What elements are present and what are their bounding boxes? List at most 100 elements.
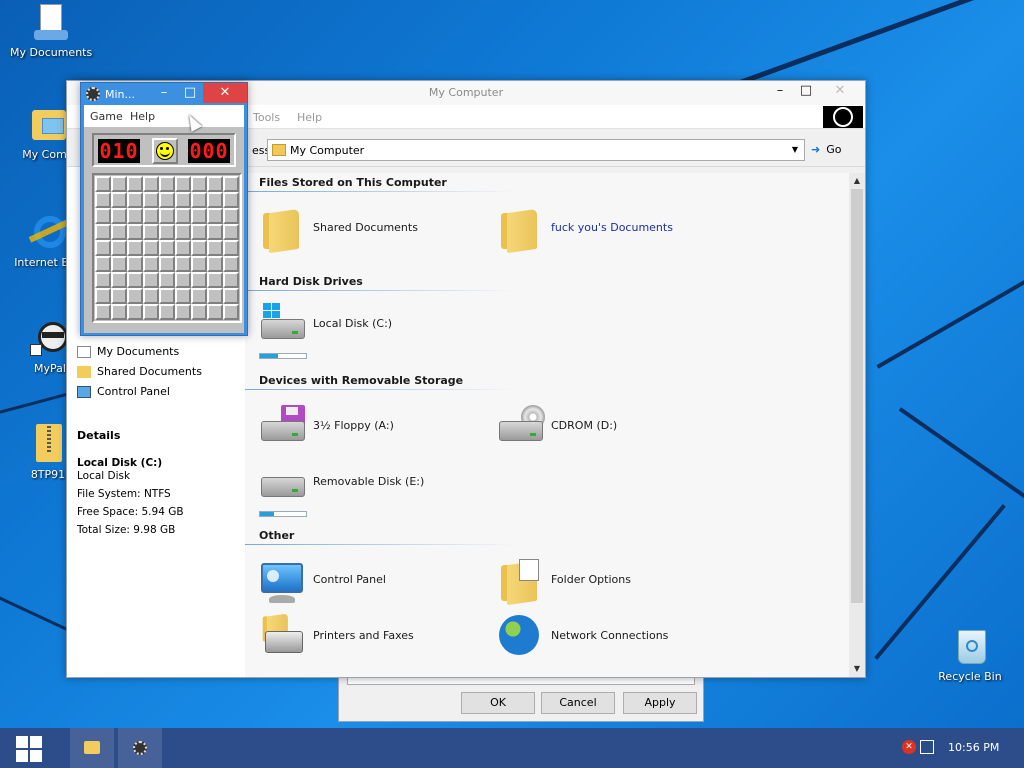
item-user-documents[interactable]: fuck you's Documents xyxy=(497,205,717,254)
mine-cell[interactable] xyxy=(223,240,239,256)
mine-cell[interactable] xyxy=(191,288,207,304)
item-removable-disk-e[interactable]: Removable Disk (E:) xyxy=(259,459,479,521)
item-shared-documents[interactable]: Shared Documents xyxy=(259,205,459,254)
mine-cell[interactable] xyxy=(143,208,159,224)
mine-cell[interactable] xyxy=(143,240,159,256)
mine-cell[interactable] xyxy=(143,288,159,304)
desktop-icon-my-documents[interactable]: My Documents xyxy=(10,2,92,59)
mine-cell[interactable] xyxy=(111,224,127,240)
address-field[interactable]: My Computer ▼ xyxy=(267,139,805,161)
start-button[interactable] xyxy=(0,728,60,768)
mine-cell[interactable] xyxy=(95,176,111,192)
mine-cell[interactable] xyxy=(159,176,175,192)
mine-cell[interactable] xyxy=(223,288,239,304)
mine-cell[interactable] xyxy=(223,176,239,192)
scroll-down-arrow-icon[interactable]: ▼ xyxy=(849,661,865,677)
item-folder-options[interactable]: Folder Options xyxy=(497,557,697,606)
mine-cell[interactable] xyxy=(127,192,143,208)
mine-cell[interactable] xyxy=(127,176,143,192)
mine-cell[interactable] xyxy=(191,256,207,272)
mine-cell[interactable] xyxy=(111,240,127,256)
mine-cell[interactable] xyxy=(175,240,191,256)
mine-cell[interactable] xyxy=(223,256,239,272)
scroll-up-arrow-icon[interactable]: ▲ xyxy=(849,173,865,189)
mine-cell[interactable] xyxy=(207,176,223,192)
mine-cell[interactable] xyxy=(95,256,111,272)
mine-cell[interactable] xyxy=(207,256,223,272)
mine-cell[interactable] xyxy=(223,224,239,240)
reset-smiley-button[interactable] xyxy=(152,138,178,164)
mine-cell[interactable] xyxy=(191,272,207,288)
close-button[interactable]: ✕ xyxy=(203,83,247,103)
mine-cell[interactable] xyxy=(207,192,223,208)
mine-cell[interactable] xyxy=(207,208,223,224)
mine-cell[interactable] xyxy=(223,192,239,208)
mine-cell[interactable] xyxy=(95,288,111,304)
mine-cell[interactable] xyxy=(159,224,175,240)
close-button[interactable]: ✕ xyxy=(825,81,855,101)
mine-cell[interactable] xyxy=(175,176,191,192)
cancel-button[interactable]: Cancel xyxy=(541,692,615,714)
mine-cell[interactable] xyxy=(207,240,223,256)
item-local-disk-c[interactable]: Local Disk (C:) xyxy=(259,301,459,363)
mine-cell[interactable] xyxy=(191,304,207,320)
mine-cell[interactable] xyxy=(223,208,239,224)
clock[interactable]: 10:56 PM xyxy=(948,741,999,754)
mine-cell[interactable] xyxy=(191,240,207,256)
mine-cell[interactable] xyxy=(111,288,127,304)
mine-cell[interactable] xyxy=(143,224,159,240)
mine-cell[interactable] xyxy=(191,208,207,224)
mine-cell[interactable] xyxy=(191,192,207,208)
network-status-icon[interactable] xyxy=(920,740,934,754)
mine-cell[interactable] xyxy=(143,176,159,192)
ok-button[interactable]: OK xyxy=(461,692,535,714)
mine-cell[interactable] xyxy=(95,192,111,208)
mine-cell[interactable] xyxy=(127,304,143,320)
mine-cell[interactable] xyxy=(95,272,111,288)
chevron-down-icon[interactable]: ▼ xyxy=(786,140,804,160)
mine-cell[interactable] xyxy=(159,288,175,304)
mine-cell[interactable] xyxy=(127,256,143,272)
mine-cell[interactable] xyxy=(159,272,175,288)
mine-cell[interactable] xyxy=(127,272,143,288)
mine-cell[interactable] xyxy=(191,224,207,240)
mine-cell[interactable] xyxy=(207,304,223,320)
mine-cell[interactable] xyxy=(175,208,191,224)
mine-cell[interactable] xyxy=(143,304,159,320)
security-warning-icon[interactable]: ✕ xyxy=(902,740,916,754)
mine-cell[interactable] xyxy=(127,208,143,224)
vertical-scrollbar[interactable]: ▲ ▼ xyxy=(849,173,865,677)
go-button[interactable]: ➜ Go xyxy=(811,139,841,161)
menu-tools[interactable]: Tools xyxy=(253,111,280,124)
desktop-icon-recycle-bin[interactable]: Recycle Bin xyxy=(930,626,1010,683)
other-places-my-documents[interactable]: My Documents xyxy=(77,345,179,358)
menu-help[interactable]: Help xyxy=(297,111,322,124)
mine-cell[interactable] xyxy=(111,256,127,272)
menu-game[interactable]: Game xyxy=(90,110,123,123)
mine-cell[interactable] xyxy=(111,192,127,208)
mine-cell[interactable] xyxy=(95,304,111,320)
mine-cell[interactable] xyxy=(175,256,191,272)
mine-cell[interactable] xyxy=(159,240,175,256)
item-network-connections[interactable]: Network Connections xyxy=(497,613,697,661)
taskbar-minesweeper-button[interactable] xyxy=(118,728,162,768)
mine-cell[interactable] xyxy=(111,272,127,288)
mine-cell[interactable] xyxy=(159,304,175,320)
mine-cell[interactable] xyxy=(127,224,143,240)
mine-cell[interactable] xyxy=(159,256,175,272)
mine-cell[interactable] xyxy=(111,304,127,320)
other-places-control-panel[interactable]: Control Panel xyxy=(77,385,170,398)
mine-cell[interactable] xyxy=(207,224,223,240)
mine-cell[interactable] xyxy=(175,224,191,240)
menu-help[interactable]: Help xyxy=(130,110,155,123)
mine-cell[interactable] xyxy=(191,176,207,192)
mine-cell[interactable] xyxy=(159,192,175,208)
scrollbar-thumb[interactable] xyxy=(851,189,863,603)
item-cdrom-d[interactable]: CDROM (D:) xyxy=(497,403,697,451)
mine-cell[interactable] xyxy=(143,192,159,208)
mine-cell[interactable] xyxy=(111,208,127,224)
mine-cell[interactable] xyxy=(111,176,127,192)
mine-cell[interactable] xyxy=(95,240,111,256)
mine-cell[interactable] xyxy=(143,272,159,288)
mine-cell[interactable] xyxy=(95,208,111,224)
